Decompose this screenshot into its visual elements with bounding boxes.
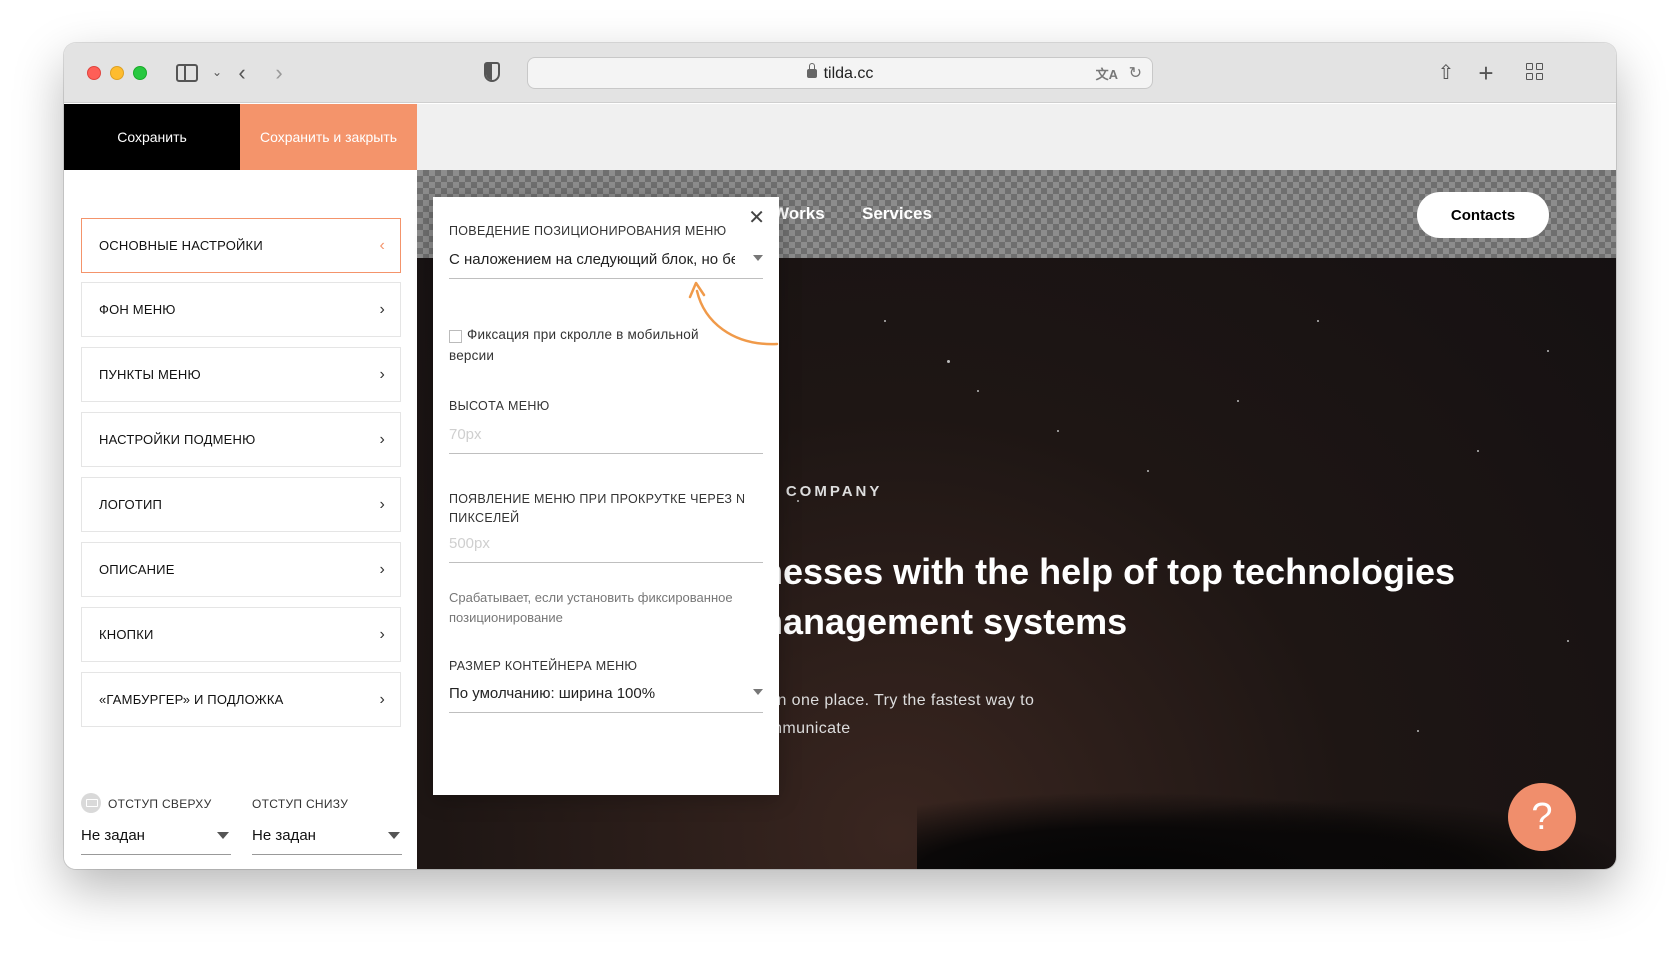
padding-top-select[interactable]: Не задан: [81, 821, 231, 855]
section-hamburger[interactable]: «Гамбургер» и подложка ›: [81, 672, 401, 727]
share-icon[interactable]: ⇧: [1436, 61, 1456, 85]
forward-icon[interactable]: ›: [269, 61, 289, 85]
section-menu-items[interactable]: Пункты меню ›: [81, 347, 401, 402]
chevron-right-icon: ›: [379, 431, 385, 448]
appear-hint: Срабатывает, если установить фиксированн…: [449, 590, 733, 625]
nav-link-works[interactable]: Works: [773, 204, 825, 224]
chevron-right-icon: ›: [379, 626, 385, 643]
padding-top-label: Отступ сверху: [108, 797, 212, 811]
chevron-right-icon: ›: [379, 496, 385, 513]
padding-bottom-select[interactable]: Не задан: [252, 821, 402, 855]
container-label: Размер контейнера меню: [449, 659, 638, 673]
chevron-right-icon: ›: [379, 691, 385, 708]
hero-title-line-1: inesses with the help of top technologie…: [751, 551, 1456, 592]
dropdown-arrow-icon: [753, 689, 763, 695]
chevron-right-icon: ›: [379, 561, 385, 578]
section-main-settings[interactable]: Основные настройки ‹: [81, 218, 401, 273]
new-tab-icon[interactable]: +: [1476, 60, 1496, 86]
section-description[interactable]: Описание ›: [81, 542, 401, 597]
hero-subtitle-line-2: communicate: [751, 720, 851, 737]
section-submenu-settings[interactable]: Настройки подменю ›: [81, 412, 401, 467]
chevron-right-icon: ›: [379, 366, 385, 383]
dropdown-arrow-icon: [388, 832, 400, 839]
lock-icon: [806, 63, 817, 78]
dropdown-arrow-icon: [217, 832, 229, 839]
url-text: tilda.cc: [823, 65, 874, 82]
chevron-down-icon[interactable]: ⌄: [212, 65, 222, 79]
section-label: Основные настройки: [99, 238, 263, 253]
save-button[interactable]: Сохранить: [64, 104, 240, 170]
privacy-shield-icon[interactable]: [484, 62, 500, 82]
section-label: Фон меню: [99, 302, 176, 317]
padding-top-value: Не задан: [81, 827, 145, 844]
sidebar-toggle-icon[interactable]: [176, 64, 198, 82]
positioning-label: Поведение позиционирования меню: [449, 224, 727, 238]
section-label: «Гамбургер» и подложка: [99, 692, 284, 707]
monitor-icon: [81, 793, 101, 813]
chevron-right-icon: ›: [379, 301, 385, 318]
menu-settings-popup: ✕ Поведение позиционирования меню С нало…: [433, 197, 779, 795]
close-icon[interactable]: ✕: [748, 205, 765, 230]
height-input[interactable]: 70px: [449, 420, 763, 454]
section-buttons[interactable]: Кнопки ›: [81, 607, 401, 662]
padding-bottom-label: Отступ снизу: [252, 797, 349, 811]
settings-panel: Основные настройки ‹ Фон меню › Пункты м…: [64, 170, 417, 869]
container-select[interactable]: По умолчанию: ширина 100%: [449, 679, 763, 713]
translate-icon[interactable]: 文A: [1096, 64, 1118, 83]
tab-overview-icon[interactable]: [1526, 63, 1544, 81]
section-label: Логотип: [99, 497, 163, 512]
section-label: Кнопки: [99, 627, 154, 642]
reload-icon[interactable]: ↻: [1129, 63, 1142, 83]
browser-window: ⌄ ‹ › tilda.cc 文A ↻ ⇧ + Сохранить Сохран…: [64, 43, 1616, 869]
hero-title-line-2: management systems: [751, 601, 1128, 642]
close-window-button[interactable]: [87, 66, 101, 80]
hero-subtitle: se in one place. Try the fastest way to …: [751, 687, 1034, 743]
nav-link-services[interactable]: Services: [862, 204, 932, 224]
chevron-left-icon: ‹: [379, 237, 385, 254]
padding-bottom-value: Не задан: [252, 827, 316, 844]
section-menu-background[interactable]: Фон меню ›: [81, 282, 401, 337]
fix-mobile-label: Фиксация при скролле в мобильной версии: [449, 327, 699, 363]
section-label: Пункты меню: [99, 367, 201, 382]
appear-label: Появление меню при прокрутке через N пик…: [449, 492, 746, 525]
height-label: Высота меню: [449, 399, 550, 413]
section-label: Описание: [99, 562, 175, 577]
contacts-button[interactable]: Contacts: [1417, 192, 1549, 238]
section-logo[interactable]: Логотип ›: [81, 477, 401, 532]
address-bar[interactable]: tilda.cc 文A ↻: [527, 57, 1153, 89]
hero-title: inesses with the help of top technologie…: [751, 547, 1455, 647]
hero-subtitle-line-1: se in one place. Try the fastest way to: [751, 692, 1035, 709]
container-value: По умолчанию: ширина 100%: [449, 685, 656, 702]
appear-input[interactable]: 500px: [449, 529, 763, 563]
section-label: Настройки подменю: [99, 432, 256, 447]
zoom-window-button[interactable]: [133, 66, 147, 80]
browser-toolbar: ⌄ ‹ › tilda.cc 文A ↻ ⇧ +: [64, 43, 1616, 103]
editor-top-bar: Сохранить Сохранить и закрыть: [64, 104, 1616, 170]
positioning-value: С наложением на следующий блок, но бе: [449, 251, 740, 268]
back-icon[interactable]: ‹: [232, 61, 252, 85]
help-button[interactable]: ?: [1508, 783, 1576, 851]
save-and-close-button[interactable]: Сохранить и закрыть: [240, 104, 417, 170]
minimize-window-button[interactable]: [110, 66, 124, 80]
positioning-select[interactable]: С наложением на следующий блок, но бе: [449, 245, 763, 279]
dropdown-arrow-icon: [753, 255, 763, 261]
